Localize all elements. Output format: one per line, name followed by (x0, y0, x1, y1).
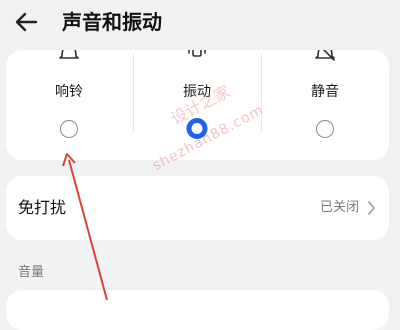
vibrate-radio[interactable] (186, 118, 208, 139)
header-bar: 声音和振动 (0, 0, 400, 44)
bell-off-icon (315, 50, 335, 61)
chevron-right-icon (368, 201, 375, 215)
back-button[interactable] (10, 6, 42, 38)
bell-icon (59, 50, 79, 59)
ring-mode-option-silent[interactable]: 静音 (262, 50, 388, 160)
page-title: 声音和振动 (62, 10, 162, 34)
back-arrow-icon (15, 12, 38, 32)
volume-section-label: 音量 (18, 265, 45, 280)
do-not-disturb-label: 免打扰 (18, 198, 67, 217)
ring-mode-option-vibrate[interactable]: 振动 (134, 50, 260, 160)
silent-radio[interactable] (316, 120, 334, 138)
volume-card (6, 290, 389, 330)
ring-mode-card: 响铃 振动 静音 (6, 50, 389, 160)
do-not-disturb-row[interactable]: 免打扰 已关闭 (6, 176, 389, 240)
vibrate-icon (188, 50, 206, 57)
ring-mode-label: 响铃 (55, 84, 83, 100)
ring-radio[interactable] (60, 120, 78, 138)
do-not-disturb-status: 已关闭 (319, 200, 359, 215)
ring-mode-option-ring[interactable]: 响铃 (6, 50, 132, 160)
vibrate-mode-label: 振动 (183, 84, 211, 100)
silent-mode-label: 静音 (311, 84, 339, 100)
